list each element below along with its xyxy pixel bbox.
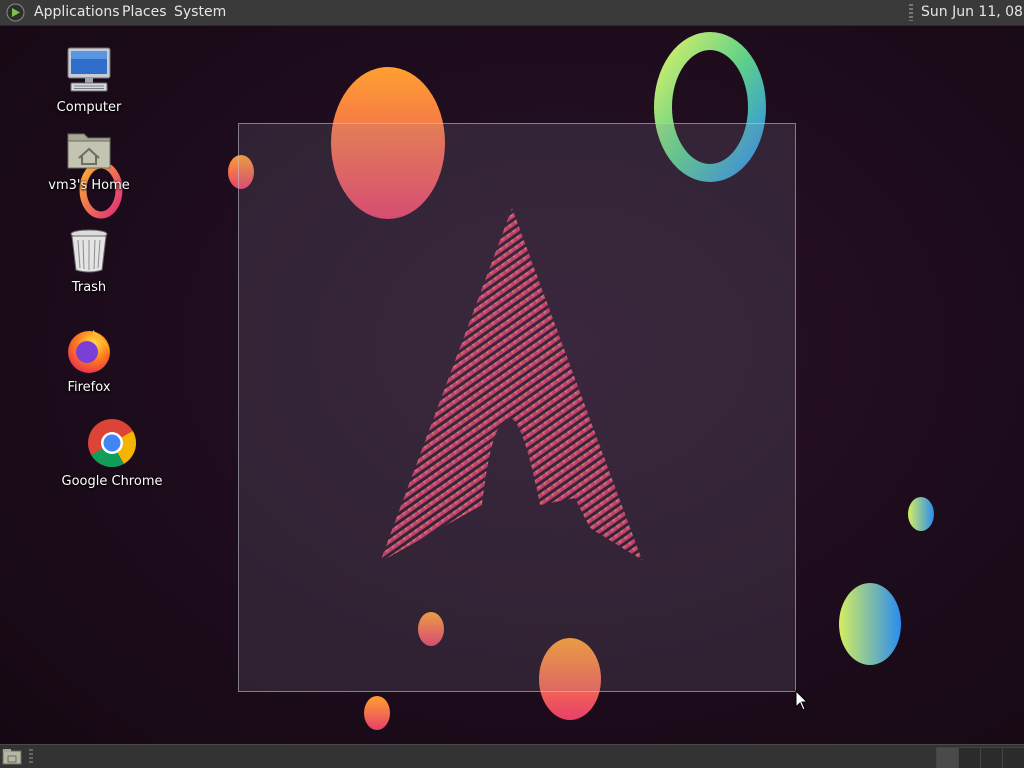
trash-icon — [70, 229, 108, 273]
computer-icon — [67, 47, 111, 92]
desktop-icon-label: vm3's Home — [48, 178, 130, 193]
chrome-icon — [88, 419, 137, 468]
mate-menu-icon[interactable] — [6, 3, 25, 22]
rubber-band-selection — [238, 123, 796, 692]
desktop-icon-chrome[interactable]: Google Chrome — [60, 418, 164, 489]
show-desktop-icon[interactable] — [2, 748, 22, 766]
bottom-panel — [0, 744, 1024, 768]
desktop-icon-firefox[interactable]: Firefox — [52, 326, 126, 395]
desktop-icon-home[interactable]: vm3's Home — [48, 128, 130, 193]
menu-places[interactable]: Places — [122, 4, 167, 20]
desktop-icon-trash[interactable]: Trash — [52, 228, 126, 295]
menu-system[interactable]: System — [174, 4, 226, 20]
home-folder-icon — [67, 133, 111, 169]
clock[interactable]: Sun Jun 11, 08:10 — [921, 4, 1024, 20]
desktop-icon-label: Trash — [71, 280, 107, 295]
desktop-icon-label: Computer — [56, 100, 122, 115]
top-panel: Applications Places System Sun Jun 11, 0… — [0, 0, 1024, 26]
workspace-1[interactable] — [936, 747, 959, 768]
firefox-icon — [68, 330, 110, 373]
menu-applications[interactable]: Applications — [34, 4, 120, 20]
workspace-4[interactable] — [1002, 747, 1024, 768]
desktop-icon-computer[interactable]: Computer — [52, 46, 126, 115]
panel-drag-handle[interactable] — [909, 4, 913, 21]
mouse-cursor-icon — [795, 690, 809, 711]
desktop-icon-label: Google Chrome — [61, 474, 163, 489]
workspace-3[interactable] — [980, 747, 1003, 768]
workspace-2[interactable] — [958, 747, 981, 768]
desktop-icon-label: Firefox — [67, 380, 111, 395]
panel-drag-handle[interactable] — [29, 749, 33, 765]
